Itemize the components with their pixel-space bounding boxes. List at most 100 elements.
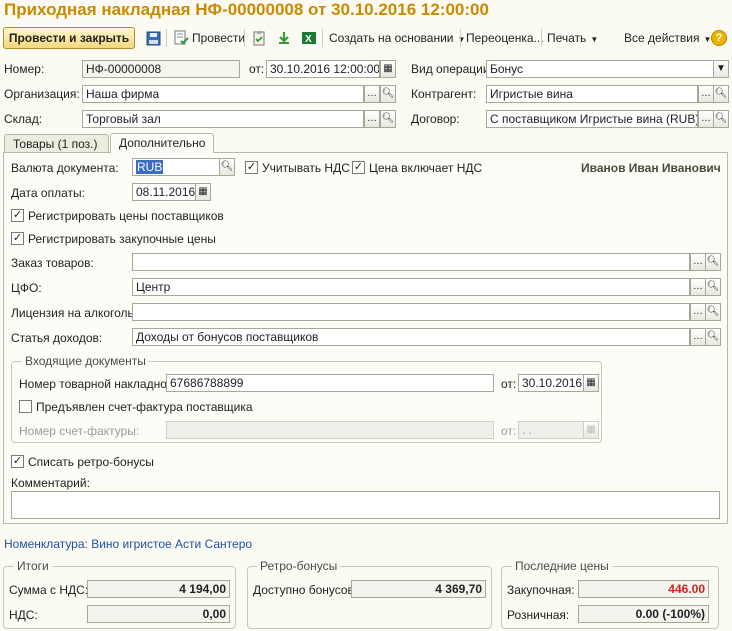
organization-field[interactable]: Наша фирма bbox=[82, 85, 364, 103]
organization-label: Организация: bbox=[4, 87, 80, 101]
write-off-bonus-label: Списать ретро-бонусы bbox=[28, 455, 154, 469]
toolbar-separator bbox=[244, 29, 245, 47]
currency-field[interactable]: RUB bbox=[132, 158, 220, 176]
invoice-number-field bbox=[166, 421, 494, 439]
invoice-presented-checkbox[interactable] bbox=[19, 400, 32, 413]
search-icon[interactable]: 🔍︎ bbox=[219, 158, 235, 176]
cfo-field[interactable]: Центр bbox=[132, 278, 690, 296]
tab-additional[interactable]: Дополнительно bbox=[110, 133, 214, 153]
ellipsis-icon[interactable]: … bbox=[690, 328, 706, 346]
alcohol-license-label: Лицензия на алкоголь: bbox=[11, 306, 138, 320]
comment-field[interactable] bbox=[11, 491, 720, 519]
totals-title: Итоги bbox=[14, 559, 52, 573]
excel-icon[interactable]: X bbox=[300, 29, 318, 47]
all-actions-menu[interactable]: Все действия ▼ bbox=[624, 31, 711, 45]
toolbar-separator bbox=[460, 29, 461, 47]
search-icon[interactable]: 🔍︎ bbox=[705, 328, 721, 346]
search-icon[interactable]: 🔍︎ bbox=[380, 110, 396, 128]
write-off-bonus-checkbox[interactable]: ✓ bbox=[11, 455, 24, 468]
ellipsis-icon[interactable]: … bbox=[690, 278, 706, 296]
chevron-down-icon: ▼ bbox=[590, 35, 599, 44]
purchase-price-value: 446.00 bbox=[578, 580, 709, 598]
chevron-down-icon: ▼ bbox=[457, 35, 466, 44]
invoice-date-field: . . bbox=[518, 421, 584, 439]
available-bonus-label: Доступно бонусов: bbox=[253, 583, 358, 597]
register-purchase-prices-label: Регистрировать закупочные цены bbox=[28, 232, 216, 246]
vat-value: 0,00 bbox=[87, 605, 230, 623]
cfo-label: ЦФО: bbox=[11, 281, 42, 295]
retro-bonus-title: Ретро-бонусы bbox=[257, 559, 341, 573]
price-includes-vat-checkbox[interactable]: ✓ bbox=[352, 161, 365, 174]
ellipsis-icon[interactable]: … bbox=[698, 110, 714, 128]
tab-goods[interactable]: Товары (1 поз.) bbox=[4, 134, 109, 153]
responsible-user: Иванов Иван Иванович bbox=[581, 161, 721, 175]
sum-with-vat-value: 4 194,00 bbox=[87, 580, 230, 598]
chevron-down-icon[interactable]: ▼ bbox=[713, 60, 729, 78]
toolbar-separator bbox=[166, 29, 167, 47]
alcohol-license-field[interactable] bbox=[132, 303, 690, 321]
ellipsis-icon[interactable]: … bbox=[364, 85, 380, 103]
incoming-documents-title: Входящие документы bbox=[22, 354, 149, 368]
post-button[interactable]: Провести bbox=[192, 31, 245, 45]
ellipsis-icon[interactable]: … bbox=[690, 253, 706, 271]
price-includes-vat-label: Цена включает НДС bbox=[369, 161, 483, 175]
register-supplier-prices-label: Регистрировать цены поставщиков bbox=[28, 209, 224, 223]
vat-label: НДС: bbox=[9, 608, 38, 622]
number-label: Номер: bbox=[4, 62, 45, 76]
download-icon[interactable] bbox=[275, 29, 293, 47]
ellipsis-icon[interactable]: … bbox=[698, 85, 714, 103]
comment-label: Комментарий: bbox=[11, 476, 90, 490]
warehouse-label: Склад: bbox=[4, 112, 43, 126]
counterparty-field[interactable]: Игристые вина bbox=[486, 85, 698, 103]
save-icon[interactable] bbox=[144, 29, 162, 47]
calendar-icon[interactable]: ▦ bbox=[583, 374, 599, 392]
income-item-field[interactable]: Доходы от бонусов поставщиков bbox=[132, 328, 690, 346]
register-supplier-prices-checkbox[interactable]: ✓ bbox=[11, 209, 24, 222]
sum-with-vat-label: Сумма с НДС: bbox=[9, 583, 89, 597]
retail-price-label: Розничная: bbox=[507, 608, 570, 622]
vat-checkbox[interactable]: ✓ bbox=[245, 161, 258, 174]
waybill-date-field[interactable]: 30.10.2016 bbox=[518, 374, 584, 392]
last-prices-title: Последние цены bbox=[512, 559, 612, 573]
vat-checkbox-label: Учитывать НДС bbox=[262, 161, 350, 175]
ellipsis-icon[interactable]: … bbox=[690, 303, 706, 321]
counterparty-label: Контрагент: bbox=[411, 87, 477, 101]
order-field[interactable] bbox=[132, 253, 690, 271]
help-icon[interactable]: ? bbox=[711, 30, 727, 46]
clipboard-icon[interactable] bbox=[250, 29, 268, 47]
register-purchase-prices-checkbox[interactable]: ✓ bbox=[11, 232, 24, 245]
warehouse-field[interactable]: Торговый зал bbox=[82, 110, 364, 128]
calendar-icon[interactable]: ▦ bbox=[380, 60, 396, 78]
nomenclature-link[interactable]: Номенклатура: Вино игристое Асти Сантеро bbox=[4, 537, 252, 551]
search-icon[interactable]: 🔍︎ bbox=[705, 278, 721, 296]
waybill-date-label: от: bbox=[501, 377, 517, 391]
number-field[interactable]: НФ-00000008 bbox=[82, 60, 240, 78]
all-actions-label: Все действия bbox=[624, 31, 700, 45]
waybill-number-field[interactable]: 67686788899 bbox=[166, 374, 494, 392]
income-item-label: Статья доходов: bbox=[11, 331, 103, 345]
search-icon[interactable]: 🔍︎ bbox=[713, 85, 729, 103]
search-icon[interactable]: 🔍︎ bbox=[713, 110, 729, 128]
reprice-button[interactable]: Переоценка... bbox=[466, 31, 544, 45]
print-label: Печать bbox=[547, 31, 587, 45]
ellipsis-icon[interactable]: … bbox=[364, 110, 380, 128]
create-based-on-menu[interactable]: Создать на основании ▼ bbox=[329, 31, 465, 45]
search-icon[interactable]: 🔍︎ bbox=[705, 253, 721, 271]
order-label: Заказ товаров: bbox=[11, 256, 94, 270]
calendar-icon: ▦ bbox=[583, 421, 599, 439]
pay-date-label: Дата оплаты: bbox=[11, 186, 85, 200]
calendar-icon[interactable]: ▦ bbox=[195, 183, 211, 201]
search-icon[interactable]: 🔍︎ bbox=[380, 85, 396, 103]
post-icon[interactable] bbox=[172, 29, 190, 47]
post-and-close-button[interactable]: Провести и закрыть bbox=[3, 27, 135, 49]
contract-field[interactable]: С поставщиком Игристые вина (RUB), На bbox=[486, 110, 698, 128]
search-icon[interactable]: 🔍︎ bbox=[705, 303, 721, 321]
print-menu[interactable]: Печать ▼ bbox=[547, 31, 598, 45]
operation-type-select[interactable]: Бонус bbox=[486, 60, 714, 78]
waybill-number-label: Номер товарной накладной: bbox=[19, 377, 177, 391]
invoice-presented-label: Предъявлен счет-фактура поставщика bbox=[36, 400, 253, 414]
currency-label: Валюта документа: bbox=[11, 161, 119, 175]
date-field[interactable]: 30.10.2016 12:00:00 bbox=[266, 60, 380, 78]
available-bonus-value: 4 369,70 bbox=[351, 580, 486, 598]
pay-date-field[interactable]: 08.11.2016 bbox=[132, 183, 196, 201]
